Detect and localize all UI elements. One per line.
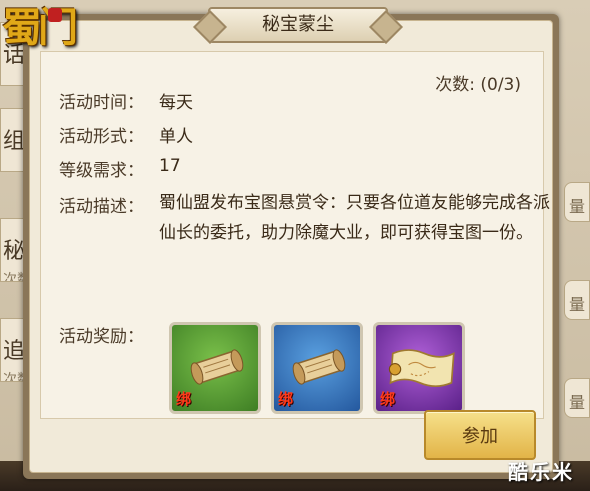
- field-value: 单人: [159, 127, 193, 147]
- scroll-icon: [190, 349, 244, 385]
- info-row-time: 活动时间： 每天: [59, 88, 193, 113]
- info-row-level: 等级需求： 17: [59, 156, 181, 181]
- attempt-count: 次数: (0/3): [435, 75, 521, 95]
- scroll-icon: [292, 349, 346, 385]
- info-panel: 次数: (0/3) 活动时间： 每天 活动形式： 单人 等级需求： 17 活动描…: [40, 51, 550, 419]
- seal-icon: [48, 8, 62, 22]
- bound-tag: 绑: [278, 390, 294, 408]
- field-value: 每天: [159, 93, 193, 113]
- bg-right-item-1: 量: [564, 182, 590, 222]
- field-value: 17: [159, 156, 181, 176]
- reward-list: 绑 绑 绑: [169, 322, 465, 414]
- treasure-map-icon: [388, 349, 455, 388]
- bg-right-item-3: 量: [564, 378, 590, 418]
- activity-dialog: 秘宝蒙尘 次数: (0/3) 活动时间： 每天 活动形式： 单人 等级需求： 1…: [23, 7, 559, 479]
- info-row-description: 活动描述： 蜀仙盟发布宝图悬赏令：只要各位道友能够完成各派仙长的委托，助力除魔大…: [59, 192, 553, 248]
- field-label: 活动形式：: [59, 127, 144, 147]
- info-row-rewards: 活动奖励：: [59, 322, 159, 347]
- bg-tab-label: 追: [3, 339, 26, 364]
- watermark: 酷乐米: [508, 460, 574, 484]
- bound-tag: 绑: [176, 390, 192, 408]
- description-text: 蜀仙盟发布宝图悬赏令：只要各位道友能够完成各派仙长的委托，助力除魔大业，即可获得…: [159, 193, 550, 243]
- reward-item[interactable]: 绑: [169, 322, 261, 414]
- game-logo: 蜀门: [2, 5, 78, 51]
- join-button[interactable]: 参加: [424, 410, 536, 460]
- reward-item[interactable]: 绑: [271, 322, 363, 414]
- dialog-title: 秘宝蒙尘: [208, 7, 388, 43]
- bound-tag: 绑: [380, 390, 396, 408]
- field-label: 活动时间：: [59, 93, 144, 113]
- bg-tab-label: 秘: [3, 239, 26, 264]
- dialog-body: 秘宝蒙尘 次数: (0/3) 活动时间： 每天 活动形式： 单人 等级需求： 1…: [29, 7, 553, 473]
- info-row-mode: 活动形式： 单人: [59, 122, 193, 147]
- field-label: 活动奖励：: [59, 327, 144, 347]
- reward-item[interactable]: 绑: [373, 322, 465, 414]
- bg-right-item-2: 量: [564, 280, 590, 320]
- field-label: 活动描述：: [59, 197, 144, 217]
- field-label: 等级需求：: [59, 161, 144, 181]
- bg-tab-label: 组: [3, 129, 26, 154]
